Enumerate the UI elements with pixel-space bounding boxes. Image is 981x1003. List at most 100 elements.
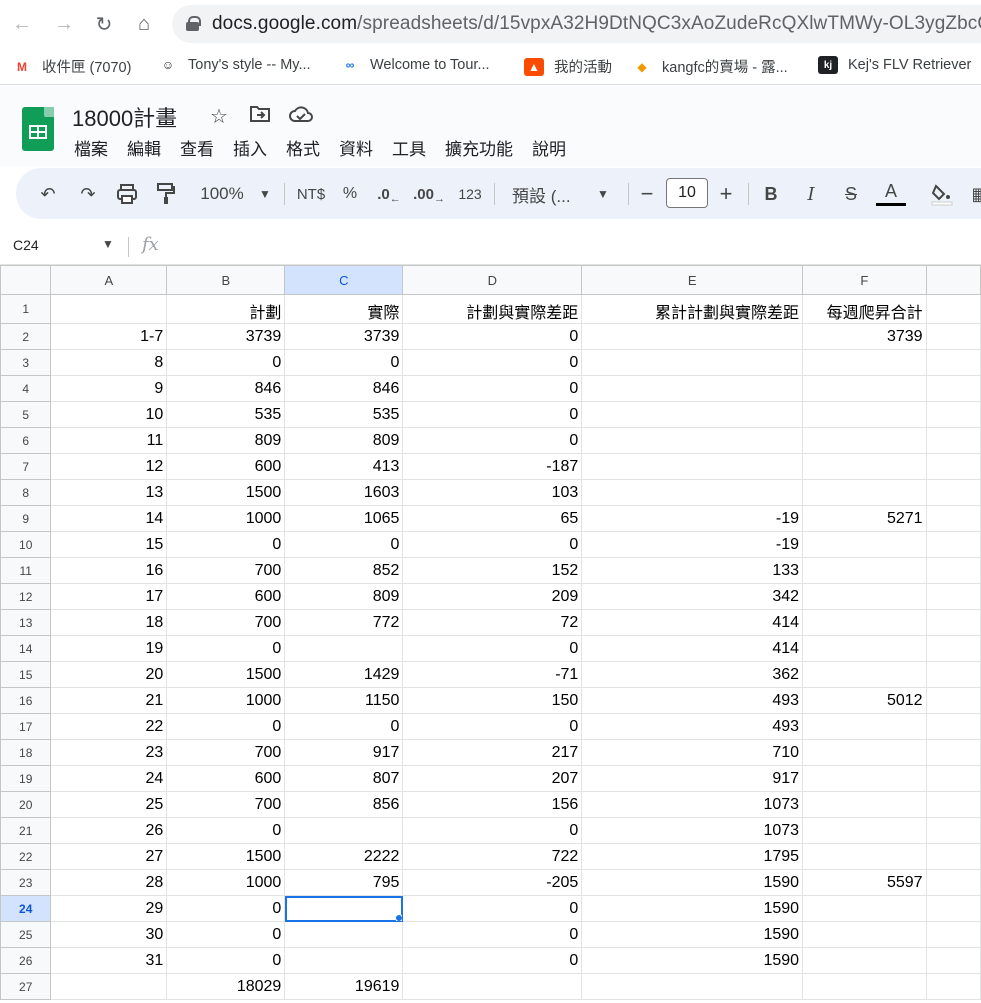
- cell[interactable]: [925, 661, 981, 688]
- row-header[interactable]: 21: [0, 817, 52, 844]
- move-folder-icon[interactable]: [249, 104, 271, 130]
- active-cell[interactable]: [284, 895, 404, 922]
- cell[interactable]: 18: [50, 609, 168, 636]
- row-header[interactable]: 1: [0, 294, 52, 324]
- cell[interactable]: [925, 609, 981, 636]
- cell[interactable]: 9: [50, 375, 168, 402]
- menu-item[interactable]: 編輯: [127, 135, 161, 160]
- cell[interactable]: 實際: [284, 294, 404, 324]
- cell[interactable]: 27: [50, 843, 168, 870]
- cell[interactable]: 493: [581, 687, 804, 714]
- font-size-decrease-button[interactable]: −: [638, 180, 656, 208]
- cell[interactable]: [802, 817, 927, 844]
- cell[interactable]: [925, 739, 981, 766]
- cell[interactable]: 152: [402, 557, 583, 584]
- cell[interactable]: 10: [50, 401, 168, 428]
- home-icon[interactable]: ⌂: [130, 10, 158, 38]
- cell[interactable]: [581, 479, 804, 506]
- cell[interactable]: -19: [581, 531, 804, 558]
- cell[interactable]: 17: [50, 583, 168, 610]
- cell[interactable]: 13: [50, 479, 168, 506]
- cell[interactable]: 1603: [284, 479, 404, 506]
- cell[interactable]: 0: [402, 349, 583, 376]
- cell[interactable]: [925, 349, 981, 376]
- cell[interactable]: 29: [50, 895, 168, 922]
- star-icon[interactable]: ☆: [210, 104, 228, 129]
- row-header[interactable]: 10: [0, 531, 52, 558]
- cell[interactable]: 0: [402, 401, 583, 428]
- cell[interactable]: 856: [284, 791, 404, 818]
- back-arrow-icon[interactable]: ←: [8, 10, 36, 38]
- row-header[interactable]: 6: [0, 427, 52, 454]
- cell[interactable]: 846: [284, 375, 404, 402]
- cell[interactable]: 1000: [166, 505, 286, 532]
- select-all-corner[interactable]: [0, 265, 52, 295]
- cell[interactable]: 14: [50, 505, 168, 532]
- cell[interactable]: [925, 947, 981, 974]
- cell[interactable]: 計劃: [166, 294, 286, 324]
- row-header[interactable]: 4: [0, 375, 52, 402]
- cell[interactable]: 25: [50, 791, 168, 818]
- cell[interactable]: 3739: [284, 323, 404, 350]
- cell[interactable]: 1-7: [50, 323, 168, 350]
- row-header[interactable]: 7: [0, 453, 52, 480]
- row-header[interactable]: 17: [0, 713, 52, 740]
- menu-item[interactable]: 擴充功能: [445, 135, 513, 160]
- cell[interactable]: [802, 349, 927, 376]
- font-size-input[interactable]: 10: [666, 178, 708, 208]
- cell[interactable]: 65: [402, 505, 583, 532]
- cell[interactable]: 18029: [166, 973, 286, 1000]
- cell[interactable]: 0: [402, 713, 583, 740]
- cell[interactable]: 3739: [802, 323, 927, 350]
- row-header[interactable]: 11: [0, 557, 52, 584]
- cell[interactable]: 0: [402, 323, 583, 350]
- cell[interactable]: 600: [166, 453, 286, 480]
- cell[interactable]: [925, 294, 981, 324]
- cell[interactable]: 20: [50, 661, 168, 688]
- cell[interactable]: 809: [166, 427, 286, 454]
- cell[interactable]: [802, 531, 927, 558]
- cell[interactable]: [581, 349, 804, 376]
- cell[interactable]: [925, 895, 981, 922]
- row-header[interactable]: 12: [0, 583, 52, 610]
- cell[interactable]: 19: [50, 635, 168, 662]
- cell[interactable]: [925, 713, 981, 740]
- cell[interactable]: 0: [402, 427, 583, 454]
- cell[interactable]: 1000: [166, 687, 286, 714]
- cell[interactable]: -205: [402, 869, 583, 896]
- cell[interactable]: [925, 843, 981, 870]
- cell[interactable]: 600: [166, 765, 286, 792]
- row-header[interactable]: 26: [0, 947, 52, 974]
- cell[interactable]: 16: [50, 557, 168, 584]
- cell[interactable]: 5597: [802, 869, 927, 896]
- percent-format-button[interactable]: %: [340, 180, 360, 208]
- cell[interactable]: 700: [166, 557, 286, 584]
- cell[interactable]: [802, 739, 927, 766]
- column-header[interactable]: E: [581, 265, 804, 295]
- cell[interactable]: [284, 817, 404, 844]
- cell[interactable]: [925, 817, 981, 844]
- cell[interactable]: 414: [581, 609, 804, 636]
- cell[interactable]: [581, 973, 804, 1000]
- cell[interactable]: 0: [402, 375, 583, 402]
- row-header[interactable]: 3: [0, 349, 52, 376]
- cell[interactable]: [802, 375, 927, 402]
- cell[interactable]: [802, 791, 927, 818]
- cell[interactable]: [925, 453, 981, 480]
- cell[interactable]: [284, 921, 404, 948]
- currency-format-button[interactable]: NT$: [293, 180, 329, 208]
- cell[interactable]: 852: [284, 557, 404, 584]
- cell[interactable]: [802, 661, 927, 688]
- row-header[interactable]: 8: [0, 479, 52, 506]
- cell[interactable]: [802, 583, 927, 610]
- cell[interactable]: 1150: [284, 687, 404, 714]
- row-header[interactable]: 13: [0, 609, 52, 636]
- bookmark-item[interactable]: ∞ Welcome to Tour...: [340, 56, 490, 74]
- cell[interactable]: [581, 375, 804, 402]
- cell[interactable]: -71: [402, 661, 583, 688]
- cell[interactable]: 0: [402, 895, 583, 922]
- row-header[interactable]: 19: [0, 765, 52, 792]
- menu-item[interactable]: 檔案: [74, 135, 108, 160]
- cell[interactable]: [581, 323, 804, 350]
- cell[interactable]: [802, 401, 927, 428]
